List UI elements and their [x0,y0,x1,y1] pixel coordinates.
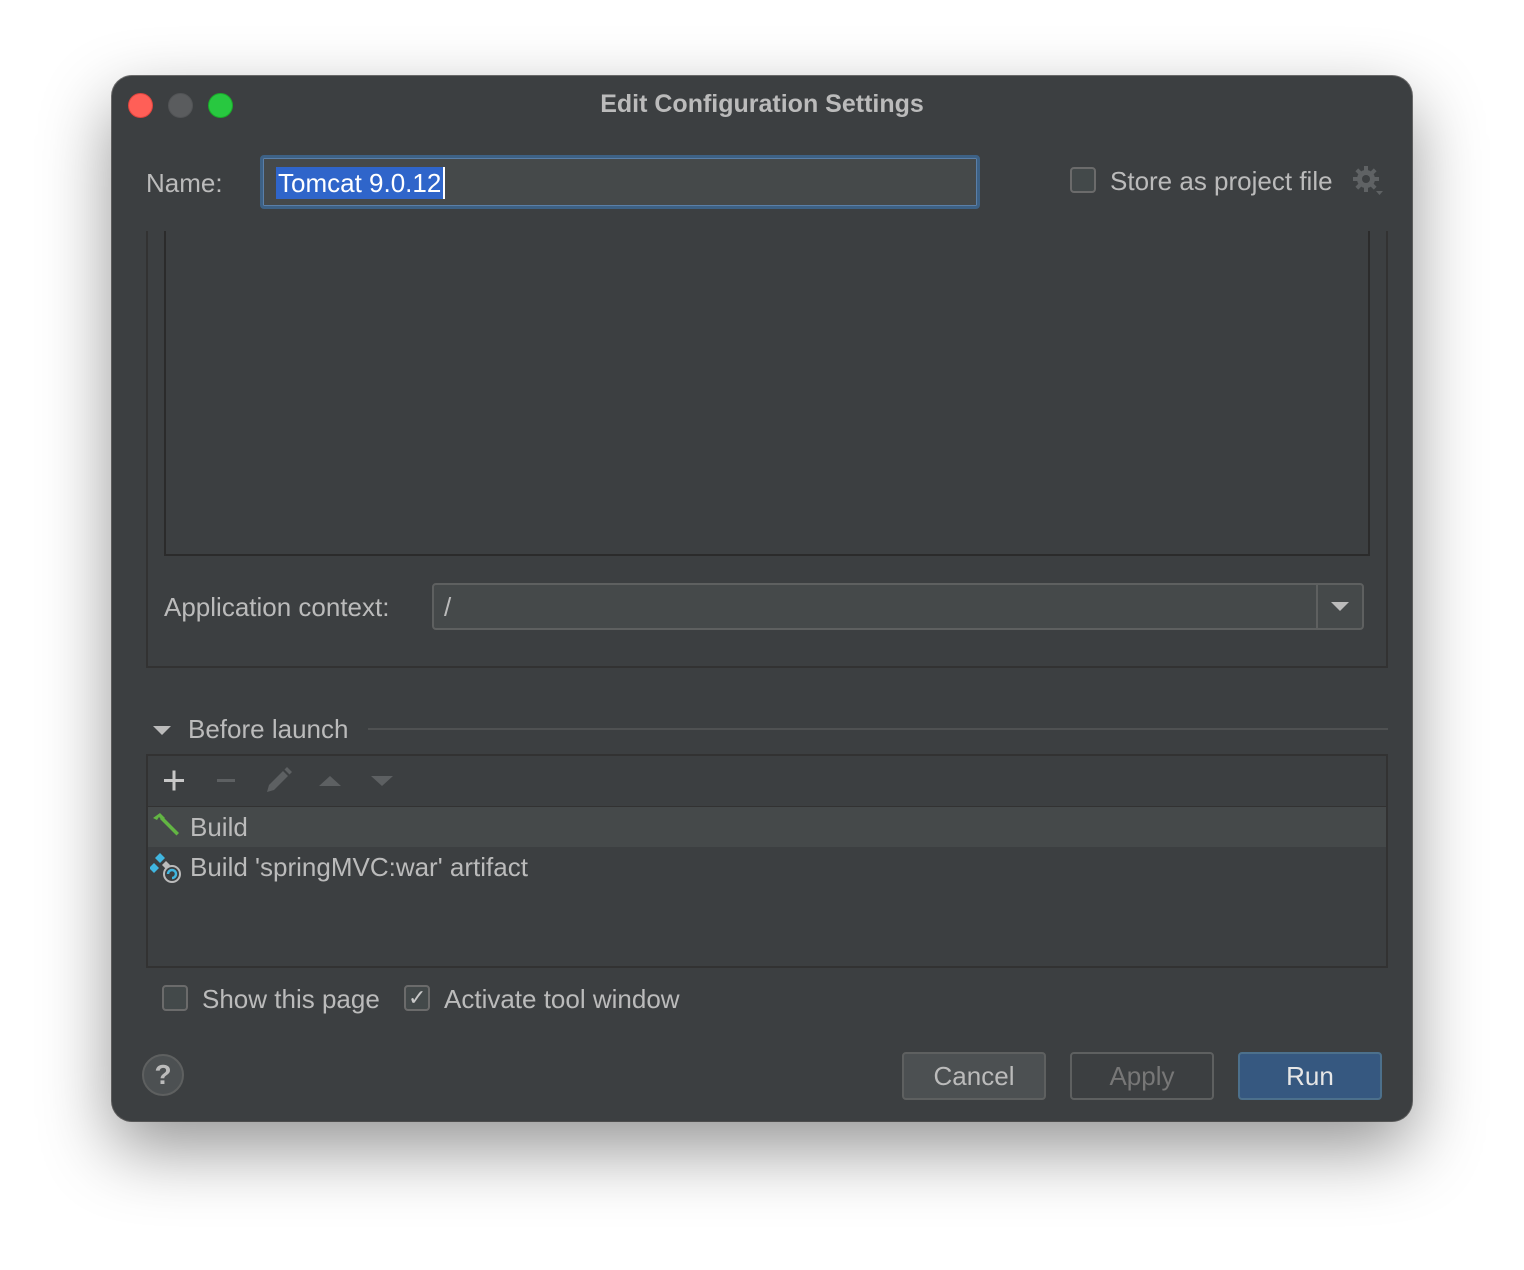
before-launch-toolbar [148,756,1386,808]
remove-icon[interactable] [209,764,243,798]
activate-tool-window-label[interactable]: Activate tool window [444,983,680,1015]
before-launch-divider [368,728,1388,730]
checkmark-icon: ✓ [408,985,427,1010]
chevron-down-icon[interactable] [1318,585,1362,628]
show-this-page-label[interactable]: Show this page [202,983,380,1015]
dialog-window: Edit Configuration Settings Name: Tomcat… [112,76,1412,1121]
store-as-project-file-checkbox[interactable] [1070,167,1096,193]
before-launch-label[interactable]: Before launch [188,713,348,745]
move-down-icon[interactable] [365,764,399,798]
run-button[interactable]: Run [1238,1052,1382,1100]
artifact-task-label: Build 'springMVC:war' artifact [190,852,528,882]
application-context-combobox[interactable]: / [432,583,1364,630]
artifact-icon [150,853,181,883]
add-icon[interactable] [157,764,191,798]
before-launch-panel: Build Build 'springMVC:war' artifact [146,754,1388,968]
application-context-value: / [444,592,452,622]
hammer-icon [153,813,179,836]
before-launch-task-artifact[interactable]: Build 'springMVC:war' artifact [148,847,1386,887]
build-task-label: Build [190,812,248,842]
name-input[interactable]: Tomcat 9.0.12 [260,155,980,209]
name-input-value: Tomcat 9.0.12 [276,167,446,199]
store-as-project-file-label[interactable]: Store as project file [1110,165,1333,197]
gear-icon[interactable] [1352,165,1384,197]
apply-button[interactable]: Apply [1070,1052,1214,1100]
activate-tool-window-checkbox[interactable]: ✓ [404,985,430,1011]
show-this-page-checkbox[interactable] [162,985,188,1011]
artifact-list-area[interactable] [164,231,1370,556]
cancel-button[interactable]: Cancel [902,1052,1046,1100]
edit-pencil-icon[interactable] [261,764,295,798]
dialog-title: Edit Configuration Settings [600,90,924,118]
application-context-label: Application context: [164,592,390,622]
name-label: Name: [146,168,223,198]
help-button[interactable]: ? [142,1054,184,1096]
move-up-icon[interactable] [313,764,347,798]
collapse-triangle-icon[interactable] [152,721,172,741]
before-launch-task-build[interactable]: Build [148,807,1386,847]
